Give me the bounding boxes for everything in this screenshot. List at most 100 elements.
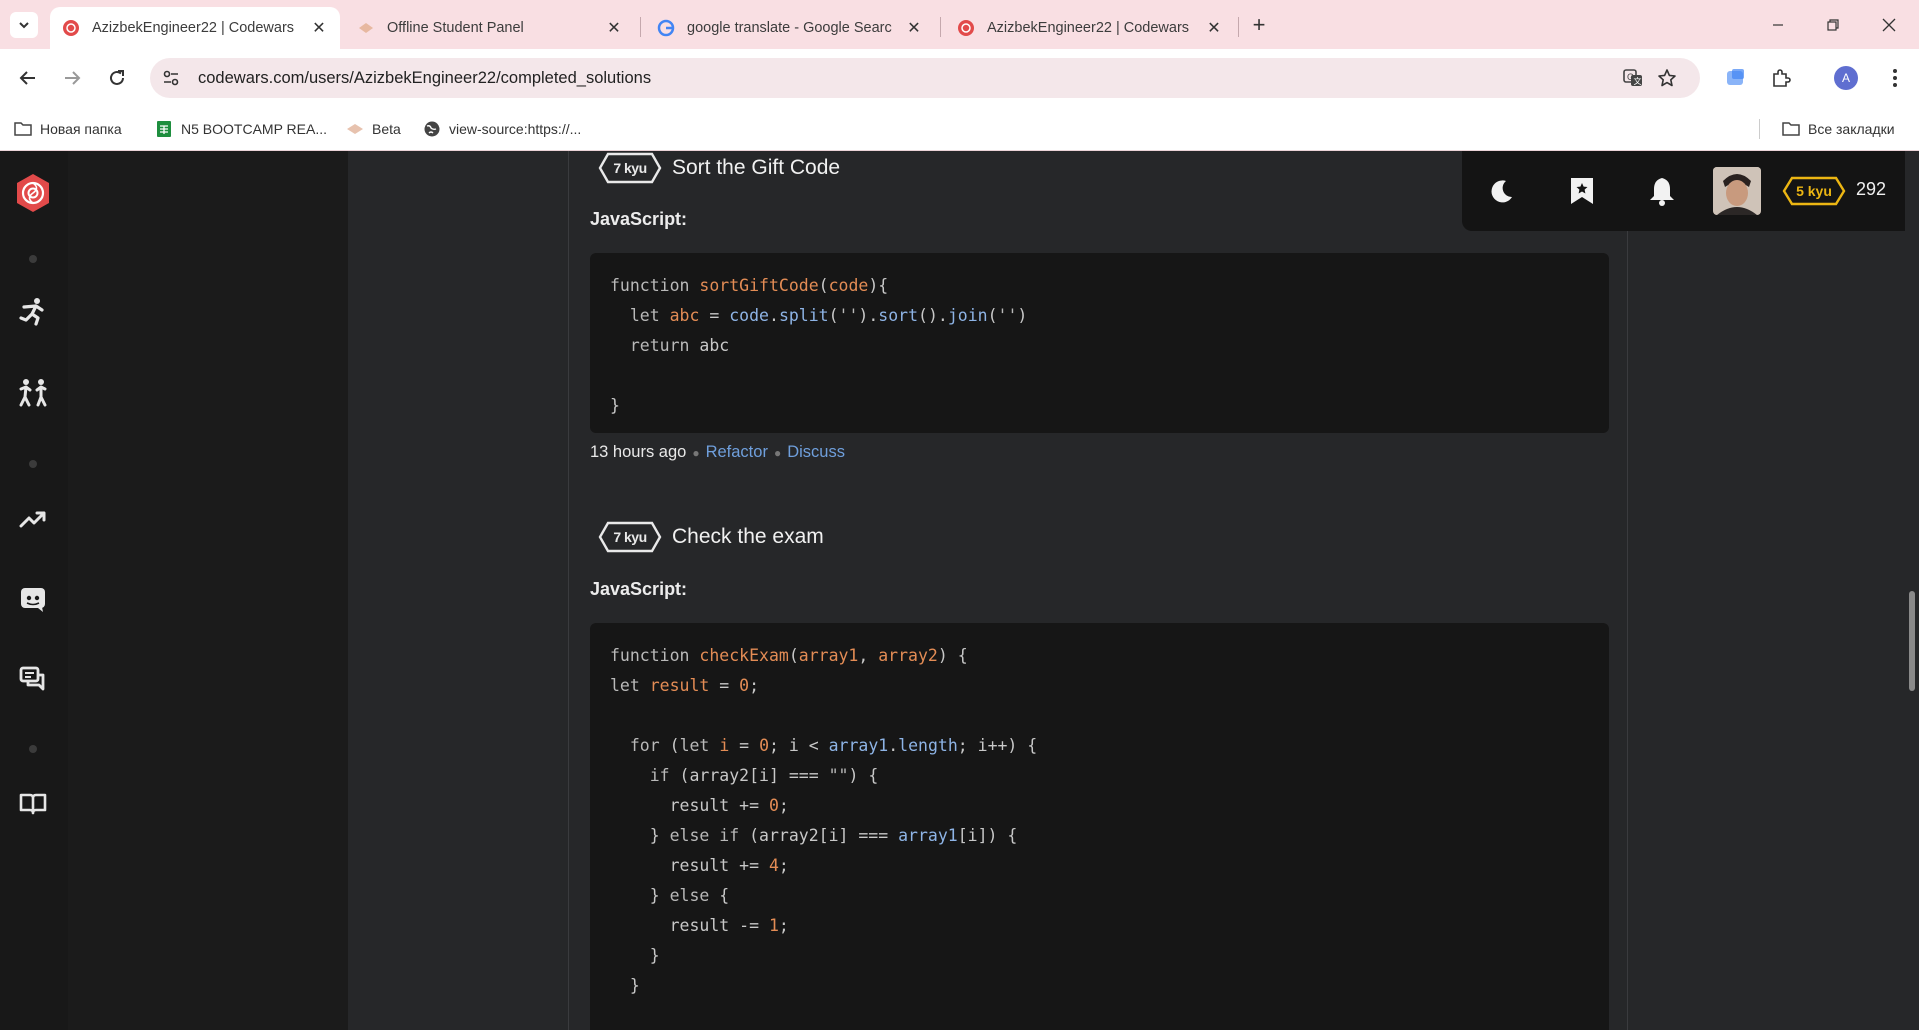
kyu-rank-badge: 7 kyu	[598, 151, 662, 185]
kata-title-row: 7 kyu Sort the Gift Code	[598, 151, 840, 185]
close-tab-icon[interactable]: ✕	[1205, 19, 1223, 37]
restore-button[interactable]	[1810, 10, 1856, 40]
language-label: JavaScript:	[590, 579, 688, 599]
bookmark-label: Beta	[372, 121, 401, 137]
sidebar-item-discord[interactable]	[16, 582, 50, 616]
chevron-down-icon	[19, 22, 29, 29]
code-line: } else if (array2[i] === array1[i]) {	[610, 826, 1018, 845]
meta-separator: ●	[773, 445, 782, 460]
codewars-logo[interactable]	[12, 172, 54, 214]
tab-codewars-2[interactable]: AzizbekEngineer22 | Codewars ✕	[945, 7, 1235, 49]
all-bookmarks-label: Все закладки	[1808, 121, 1895, 137]
bookmark-star-button[interactable]	[1652, 63, 1682, 93]
tab-separator	[940, 17, 941, 37]
language-label: JavaScript:	[590, 209, 688, 229]
tab-codewars-1[interactable]: AzizbekEngineer22 | Codewars ✕	[50, 7, 340, 49]
code-line: function checkExam(array1, array2) {	[610, 646, 968, 665]
bookmark-label: Новая папка	[40, 121, 122, 137]
kata-title-row: 7 kyu Check the exam	[598, 520, 824, 554]
notifications-button[interactable]	[1642, 171, 1682, 211]
minimize-button[interactable]	[1755, 10, 1801, 40]
close-icon	[1882, 18, 1896, 32]
bell-icon	[1650, 178, 1674, 206]
meta-separator: ●	[692, 445, 700, 460]
code-line: } else {	[610, 886, 730, 905]
trending-up-icon	[19, 511, 46, 528]
extension-button[interactable]	[1721, 63, 1751, 93]
sidebar-item-docs[interactable]	[16, 786, 50, 820]
arrow-left-icon	[19, 71, 35, 85]
code-block: function sortGiftCode(code){ let abc = c…	[590, 253, 1609, 433]
forward-button[interactable]	[57, 63, 87, 93]
puzzle-icon	[1773, 69, 1791, 87]
avatar-image	[1713, 167, 1761, 215]
extensions-menu-button[interactable]	[1766, 63, 1796, 93]
bookmark-n5-bootcamp[interactable]: N5 BOOTCAMP REA...	[155, 119, 327, 139]
moon-icon	[1491, 180, 1512, 203]
page-scrollbar[interactable]	[1909, 591, 1915, 691]
close-window-button[interactable]	[1866, 10, 1912, 40]
browser-menu-button[interactable]	[1880, 63, 1910, 93]
folder-icon	[14, 120, 32, 138]
tab-separator	[640, 17, 641, 37]
discuss-link[interactable]: Discuss	[787, 443, 845, 462]
close-tab-icon[interactable]: ✕	[905, 19, 923, 37]
address-bar[interactable]: codewars.com/users/AzizbekEngineer22/com…	[150, 58, 1700, 98]
user-rank-badge[interactable]: 5 kyu	[1782, 176, 1846, 206]
codewars-favicon-icon	[63, 20, 79, 36]
code-line: result += 4;	[610, 856, 789, 875]
svg-text:文: 文	[1634, 76, 1642, 86]
sidebar-item-leaderboards[interactable]	[16, 502, 50, 536]
url-text: codewars.com/users/AzizbekEngineer22/com…	[198, 68, 652, 87]
sparring-icon	[19, 379, 47, 407]
martial-arts-icon	[19, 298, 44, 326]
bookmark-beta[interactable]: Beta	[346, 119, 401, 139]
tab-offline-student-panel[interactable]: Offline Student Panel ✕	[345, 7, 635, 49]
sidebar-dot	[29, 745, 37, 753]
arrow-right-icon	[65, 71, 81, 85]
bookmark-label: N5 BOOTCAMP REA...	[181, 121, 327, 137]
panel-favicon-icon	[359, 23, 373, 33]
code-line: }	[610, 396, 620, 415]
reload-button[interactable]	[102, 63, 132, 93]
solution-meta: 13 hours ago ● Refactor ● Discuss	[590, 443, 845, 462]
tab-search-button[interactable]	[10, 12, 38, 38]
bookmarks-button[interactable]	[1562, 171, 1602, 211]
discord-icon	[21, 588, 45, 612]
close-tab-icon[interactable]: ✕	[605, 19, 623, 37]
bookmark-folder-new[interactable]: Новая папка	[14, 119, 122, 139]
kata-name-link[interactable]: Sort the Gift Code	[672, 156, 840, 180]
minimize-icon	[1773, 24, 1783, 26]
dark-mode-toggle[interactable]	[1482, 171, 1522, 211]
codewars-page: 7 kyu Sort the Gift Code JavaScript: fun…	[0, 151, 1919, 1030]
profile-avatar[interactable]: A	[1834, 66, 1858, 90]
user-topbar: 5 kyu 292	[1462, 151, 1905, 231]
bookmark-star-icon	[1571, 178, 1593, 204]
sidebar-item-practice[interactable]	[16, 375, 50, 409]
new-tab-button[interactable]: +	[1245, 12, 1273, 38]
google-favicon-icon	[657, 19, 675, 37]
sidebar-item-discussions[interactable]	[16, 662, 50, 696]
back-button[interactable]	[13, 63, 43, 93]
user-avatar[interactable]	[1713, 167, 1761, 215]
bookmark-label: view-source:https://...	[449, 121, 582, 137]
tune-icon	[163, 70, 179, 86]
tab-separator	[1238, 17, 1239, 37]
bookmarks-bar: Новая папка N5 BOOTCAMP REA... Beta view…	[0, 107, 1919, 151]
bookmark-view-source[interactable]: view-source:https://...	[423, 119, 581, 139]
restore-icon	[1827, 19, 1839, 31]
all-bookmarks-button[interactable]: Все закладки	[1782, 119, 1895, 139]
kyu-rank-badge: 7 kyu	[598, 520, 662, 554]
site-info-button[interactable]	[154, 61, 188, 95]
refactor-link[interactable]: Refactor	[706, 443, 768, 462]
translate-button[interactable]: G文	[1618, 63, 1648, 93]
tab-google-translate[interactable]: google translate - Google Searc ✕	[645, 7, 935, 49]
bookmarks-separator	[1759, 119, 1760, 139]
close-tab-icon[interactable]: ✕	[310, 19, 328, 37]
kata-name-link[interactable]: Check the exam	[672, 525, 824, 549]
sidebar-item-training[interactable]	[16, 294, 50, 328]
codewars-favicon-icon	[958, 20, 974, 36]
code-line: }	[610, 976, 640, 995]
translate-icon: G文	[1623, 69, 1642, 86]
